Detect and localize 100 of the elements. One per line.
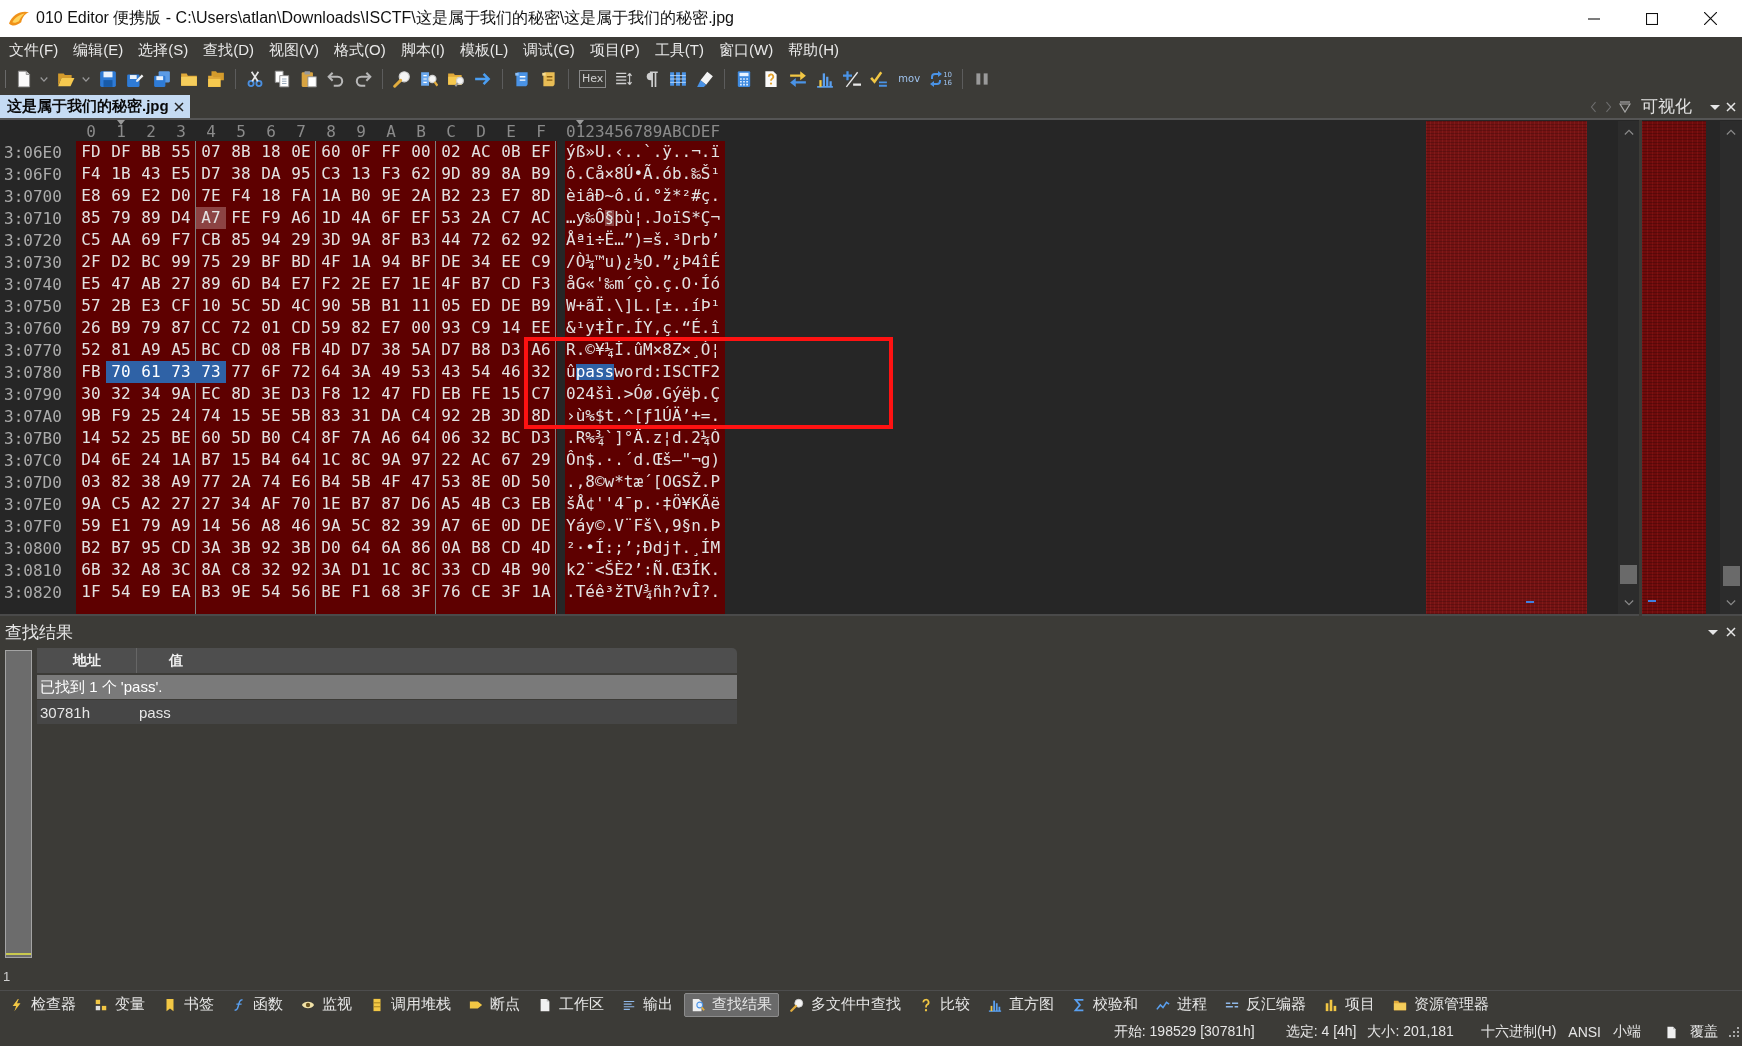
menu-item[interactable]: 视图(V)	[269, 40, 319, 60]
dropdown-icon[interactable]	[1708, 628, 1718, 636]
panel-tab[interactable]: 调用堆栈	[363, 992, 458, 1017]
panel-tab[interactable]: 监视	[294, 992, 359, 1017]
vertical-scrollbar[interactable]	[1720, 121, 1742, 614]
up-caret-icon[interactable]	[1725, 127, 1737, 137]
file-tab[interactable]: 这是属于我们的秘密.jpg	[0, 95, 190, 118]
hex-byte: EB	[530, 496, 552, 512]
swap-arrows-icon[interactable]	[789, 70, 808, 88]
panel-tab[interactable]: 项目	[1317, 992, 1382, 1017]
dropdown-caret-icon[interactable]	[40, 76, 48, 82]
mov-button[interactable]: mov	[897, 73, 922, 85]
status-text[interactable]: ANSI	[1568, 1024, 1601, 1040]
resize-grip-icon[interactable]	[1728, 1026, 1740, 1038]
panel-tab[interactable]: 输出	[615, 992, 680, 1017]
panel-tab[interactable]: 进程	[1149, 992, 1214, 1017]
hex-byte: 2B	[470, 408, 492, 424]
right-arrow-icon[interactable]	[474, 70, 492, 88]
hex-byte: 9B	[80, 408, 102, 424]
new-file-icon[interactable]	[15, 70, 33, 88]
panel-tab[interactable]: 反汇编器	[1218, 992, 1313, 1017]
template-icon[interactable]	[540, 70, 558, 88]
find-in-files-icon[interactable]	[447, 70, 465, 88]
panel-tab[interactable]: 多文件中查找	[783, 992, 908, 1017]
plus-minus-icon[interactable]	[843, 70, 862, 88]
panel-tab[interactable]: 变量	[87, 992, 152, 1017]
hex-byte: 95	[140, 540, 162, 556]
save-all-icon[interactable]	[153, 70, 171, 88]
script-icon[interactable]	[513, 70, 531, 88]
undo-icon[interactable]	[327, 70, 345, 88]
result-row[interactable]: 30781h pass	[37, 700, 737, 724]
hex-byte: 2A	[470, 210, 492, 226]
status-text[interactable]: 十六进制(H)	[1480, 1023, 1557, 1041]
highlighter-icon[interactable]	[696, 70, 715, 88]
maximize-icon[interactable]	[1646, 12, 1658, 25]
menu-item[interactable]: 工具(T)	[654, 40, 704, 60]
panel-tab[interactable]: 检查器	[3, 992, 83, 1017]
menu-item[interactable]: 调试(G)	[523, 40, 575, 60]
column-header[interactable]: 值	[137, 651, 183, 670]
paste-icon[interactable]	[300, 70, 318, 88]
summary-row[interactable]: 已找到 1 个 'pass'.	[37, 675, 737, 699]
hex-byte: 90	[530, 562, 552, 578]
text-lines-icon[interactable]	[615, 70, 634, 88]
hex-byte: 6F	[260, 364, 282, 380]
panel-tab[interactable]: 书签	[156, 992, 221, 1017]
panel-tab[interactable]: 查找结果	[684, 992, 779, 1017]
down-triangle-icon[interactable]	[1619, 100, 1631, 113]
dropdown-icon[interactable]	[1710, 102, 1720, 111]
panel-tab[interactable]: 校验和	[1065, 992, 1145, 1017]
menu-item[interactable]: 脚本(I)	[400, 40, 445, 60]
menu-item[interactable]: 编辑(E)	[73, 40, 124, 60]
vertical-scrollbar[interactable]	[1618, 121, 1639, 614]
checklist-icon[interactable]	[870, 70, 889, 88]
menu-item[interactable]: 文件(F)	[9, 40, 59, 60]
hex-byte: 1F	[80, 584, 102, 600]
column-header[interactable]: 地址	[37, 648, 137, 673]
search-icon[interactable]	[393, 70, 411, 88]
bar-chart-icon[interactable]	[816, 70, 835, 88]
redo-icon[interactable]	[354, 70, 372, 88]
hex-byte: FE	[230, 210, 252, 226]
decoded-text: /Ò¼™u)¿½O.”¿Þ4îÉ	[566, 254, 721, 270]
scroll-thumb[interactable]	[1620, 565, 1637, 584]
menu-item[interactable]: 项目(P)	[589, 40, 640, 60]
hex-byte: 8C	[350, 452, 372, 468]
folder-icon[interactable]	[180, 70, 198, 88]
menu-item[interactable]: 帮助(H)	[788, 40, 839, 60]
panel-tab[interactable]: 直方图	[981, 992, 1061, 1017]
hex-view-button[interactable]: Hex	[579, 70, 607, 88]
menu-item[interactable]: 查找(D)	[203, 40, 254, 60]
menu-item[interactable]: 格式(O)	[334, 40, 386, 60]
status-text[interactable]: 小端	[1613, 1023, 1641, 1041]
up-caret-icon[interactable]	[1622, 127, 1635, 137]
panel-tab[interactable]: 断点	[462, 992, 527, 1017]
menu-item[interactable]: 选择(S)	[138, 40, 189, 60]
copy-icon[interactable]	[273, 70, 291, 88]
panel-tab[interactable]: 资源管理器	[1386, 992, 1496, 1017]
open-folder-icon[interactable]	[57, 70, 75, 88]
find-replace-icon[interactable]	[420, 70, 438, 88]
hex-byte: AF	[260, 496, 282, 512]
panel-tab[interactable]: 比较	[912, 992, 977, 1017]
scroll-thumb[interactable]	[1722, 566, 1740, 586]
panel-tab[interactable]: 工作区	[531, 992, 611, 1017]
menu-item[interactable]: 窗口(W)	[719, 40, 774, 60]
hex-byte: 32	[260, 562, 282, 578]
save-icon[interactable]	[99, 70, 117, 88]
dropdown-caret-icon[interactable]	[82, 76, 90, 82]
grid-icon[interactable]	[669, 70, 688, 88]
cut-icon[interactable]	[246, 70, 264, 88]
hex-byte: 75	[200, 254, 222, 270]
panel-tab[interactable]: 函数	[225, 992, 290, 1017]
close-icon[interactable]	[173, 101, 184, 112]
down-caret-icon[interactable]	[1622, 598, 1635, 608]
status-text[interactable]: 覆盖	[1690, 1023, 1718, 1041]
menu-item[interactable]: 模板(L)	[459, 40, 509, 60]
down-caret-icon[interactable]	[1725, 598, 1737, 608]
hex-byte: 1A	[530, 584, 552, 600]
close-icon[interactable]	[1704, 12, 1717, 25]
hex-byte: 4F	[320, 254, 342, 270]
hex-byte: 32	[530, 364, 552, 380]
folders-icon[interactable]	[207, 70, 225, 88]
